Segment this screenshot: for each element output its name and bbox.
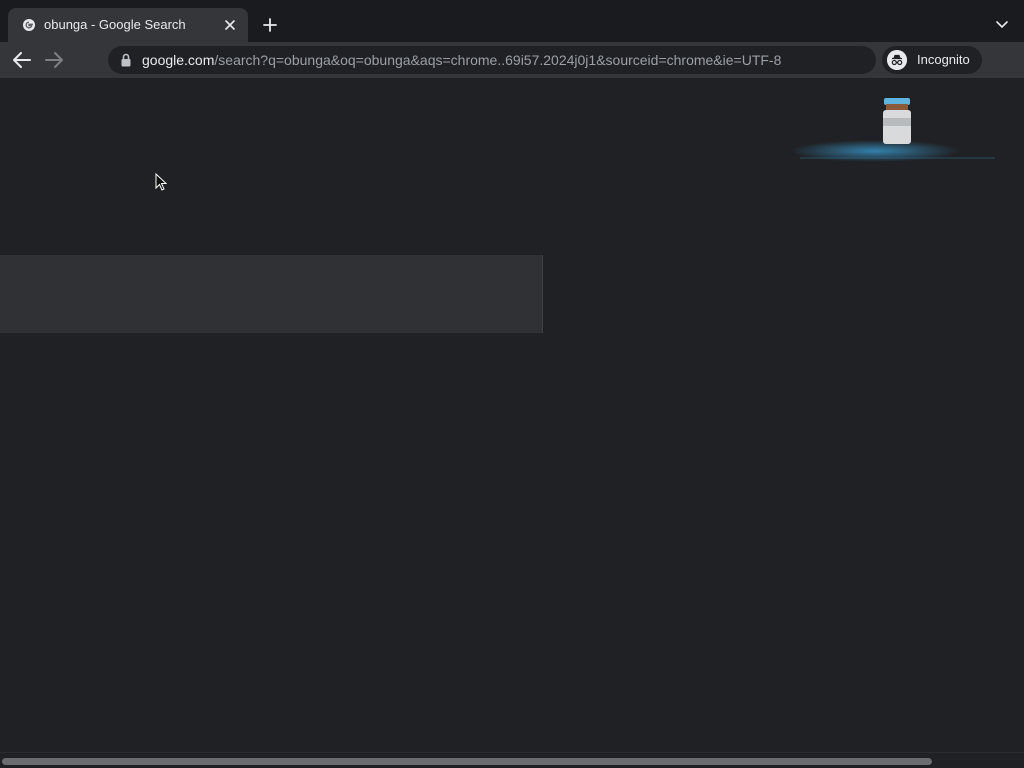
tab-strip: obunga - Google Search [0,0,1024,42]
horizontal-scrollbar[interactable] [0,752,1024,768]
bottle-illustration [790,98,995,162]
plus-icon[interactable] [258,13,282,37]
tab-title: obunga - Google Search [44,17,186,32]
tab-active[interactable]: obunga - Google Search [8,8,248,42]
arrow-right-icon[interactable] [40,46,68,74]
google-g-icon [23,19,35,31]
scrollbar-thumb[interactable] [2,758,932,765]
close-icon[interactable] [220,15,240,35]
mouse-cursor [155,173,167,191]
url-text[interactable]: google.com/search?q=obunga&oq=obunga&aqs… [142,52,781,68]
incognito-button[interactable]: Incognito [882,46,982,74]
browser-window: obunga - Google Search google.com/search… [0,0,1024,768]
loading-placeholder [0,255,543,333]
incognito-label: Incognito [917,52,970,67]
incognito-icon [887,50,907,70]
arrow-left-icon[interactable] [8,46,36,74]
page-content [0,78,1024,752]
url-path: /search?q=obunga&oq=obunga&aqs=chrome..6… [214,52,782,68]
address-bar[interactable]: google.com/search?q=obunga&oq=obunga&aqs… [108,46,876,74]
lock-icon[interactable] [120,53,132,67]
chevron-down-icon[interactable] [990,13,1014,37]
url-host: google.com [142,52,215,68]
toolbar: google.com/search?q=obunga&oq=obunga&aqs… [0,42,1024,78]
